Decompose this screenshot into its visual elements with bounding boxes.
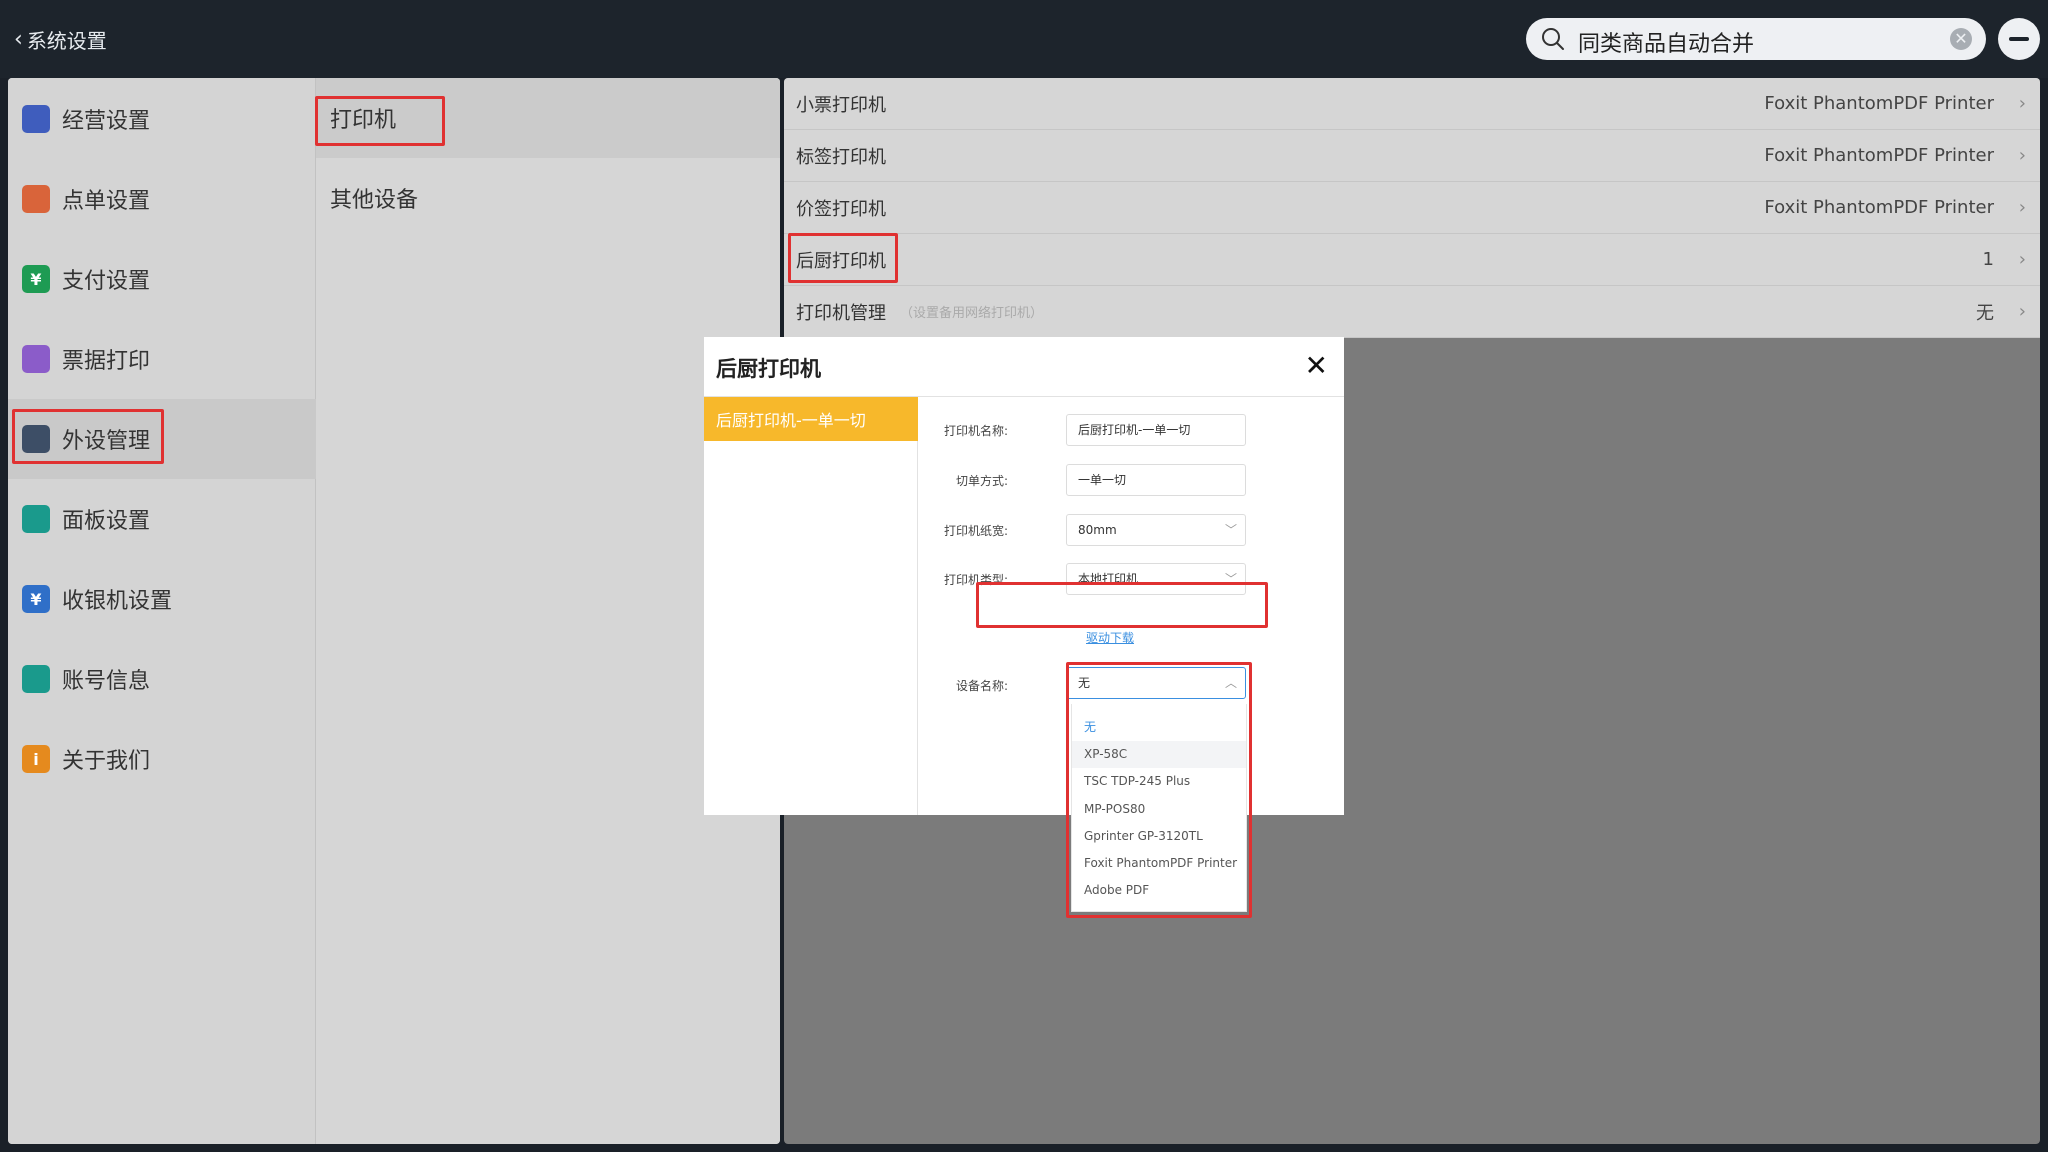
payment-settings-icon: ¥	[22, 265, 50, 293]
chevron-right-icon: ›	[2018, 249, 2026, 270]
printer-row-value: Foxit PhantomPDF Printer	[1764, 145, 1994, 166]
printer-row-label: 后厨打印机	[796, 250, 886, 272]
device-option[interactable]: Gprinter GP-3120TL	[1072, 823, 1246, 850]
about-icon: i	[22, 745, 50, 773]
sidebar-item-account-info[interactable]: 账号信息	[8, 639, 316, 719]
submenu-item-printer[interactable]: 打印机	[316, 78, 780, 158]
printer-row-value: 无	[1976, 302, 1994, 324]
sidebar-item-label: 经营设置	[62, 109, 151, 134]
chevron-right-icon: ›	[2018, 301, 2026, 322]
top-bar: ‹ 系统设置 同类商品自动合并 ✕	[0, 0, 2048, 78]
printer-row-label: 价签打印机	[796, 198, 886, 220]
minimize-button[interactable]	[1998, 18, 2040, 60]
printer-row[interactable]: 后厨打印机 1 ›	[784, 234, 2040, 286]
paper-width-label: 打印机纸宽:	[943, 524, 1008, 538]
printer-name-label: 打印机名称:	[943, 424, 1008, 438]
printer-row-value: Foxit PhantomPDF Printer	[1764, 93, 1994, 114]
settings-panel: 经营设置点单设置 ¥ 支付设置票据打印外设管理面板设置 ¥ 收银机设置账号信息 i 关于我们…	[8, 78, 780, 1144]
sidebar-item-about[interactable]: i 关于我们	[8, 719, 316, 799]
paper-width-value: 80mm	[1078, 523, 1117, 537]
minus-icon	[2009, 37, 2029, 41]
submenu-item-other-devices[interactable]: 其他设备	[316, 158, 780, 238]
printer-row-label: 标签打印机	[796, 146, 886, 168]
printer-list: 小票打印机 Foxit PhantomPDF Printer › 标签打印机 Foxit…	[784, 78, 2040, 338]
back-button[interactable]: ‹ 系统设置	[14, 24, 107, 54]
sidebar-item-receipt-print[interactable]: 票据打印	[8, 319, 316, 399]
printer-row[interactable]: 小票打印机 Foxit PhantomPDF Printer ›	[784, 78, 2040, 130]
chevron-right-icon: ›	[2018, 145, 2026, 166]
search-icon	[1542, 28, 1564, 50]
panel-settings-icon	[22, 505, 50, 533]
device-option[interactable]: MP-POS80	[1072, 796, 1246, 823]
cut-mode-value: 一单一切	[1078, 473, 1127, 487]
device-option[interactable]: Adobe PDF	[1072, 877, 1246, 904]
search-input[interactable]: 同类商品自动合并	[1578, 26, 1754, 58]
printer-row-label: 小票打印机	[796, 94, 886, 116]
printer-row-value: Foxit PhantomPDF Printer	[1764, 197, 1994, 218]
sidebar-item-label: 外设管理	[62, 429, 151, 454]
chevron-right-icon: ›	[2018, 93, 2026, 114]
settings-menu: 经营设置点单设置 ¥ 支付设置票据打印外设管理面板设置 ¥ 收银机设置账号信息 i 关于我们	[8, 78, 316, 1144]
kitchen-printer-dialog: 后厨打印机 ✕ 后厨打印机-一单一切 打印机名称: 后厨打印机-一单一切 切单方…	[704, 337, 1344, 815]
printer-row[interactable]: 价签打印机 Foxit PhantomPDF Printer ›	[784, 182, 2040, 234]
dialog-header: 后厨打印机 ✕	[704, 337, 1344, 397]
chevron-right-icon: ›	[2018, 197, 2026, 218]
printer-list-item[interactable]: 后厨打印机-一单一切	[704, 397, 918, 441]
printer-name-value: 后厨打印机-一单一切	[1078, 423, 1191, 437]
device-option[interactable]: XP-58C	[1072, 741, 1246, 769]
back-label: 系统设置	[26, 28, 107, 53]
device-option[interactable]: 无	[1072, 714, 1246, 741]
cut-mode-label: 切单方式:	[955, 474, 1008, 488]
store-settings-icon	[22, 105, 50, 133]
device-option[interactable]: Foxit PhantomPDF Printer	[1072, 850, 1246, 877]
chevron-down-icon: ﹀	[1224, 523, 1237, 537]
driver-download-link[interactable]: 驱动下载	[1086, 629, 1134, 646]
cashier-settings-icon: ¥	[22, 585, 50, 613]
printer-row-label: 打印机管理	[796, 302, 886, 324]
printer-type-label: 打印机类型:	[943, 573, 1008, 587]
sidebar-item-label: 面板设置	[62, 509, 151, 534]
printer-name-field[interactable]: 后厨打印机-一单一切	[1066, 414, 1246, 446]
device-name-value: 无	[1078, 676, 1091, 690]
search-field[interactable]: 同类商品自动合并 ✕	[1526, 18, 1986, 60]
sidebar-item-label: 账号信息	[62, 669, 151, 694]
dialog-printer-list: 后厨打印机-一单一切	[704, 397, 918, 815]
sidebar-item-label: 关于我们	[62, 749, 151, 774]
submenu-item-label: 打印机	[330, 108, 397, 133]
chevron-left-icon: ‹	[14, 26, 23, 52]
printer-row-value: 1	[1982, 249, 1994, 270]
paper-width-select[interactable]: 80mm ﹀	[1066, 514, 1246, 546]
sidebar-item-panel-settings[interactable]: 面板设置	[8, 479, 316, 559]
chevron-down-icon: ﹀	[1224, 572, 1237, 586]
cut-mode-field[interactable]: 一单一切	[1066, 464, 1246, 496]
sidebar-item-label: 收银机设置	[62, 589, 173, 614]
device-name-label: 设备名称:	[955, 679, 1008, 693]
sidebar-item-peripheral-management[interactable]: 外设管理	[8, 399, 316, 479]
clear-icon[interactable]: ✕	[1950, 28, 1972, 50]
device-dropdown: 无 XP-58C TSC TDP-245 Plus MP-POS80 Gprinter …	[1071, 704, 1247, 912]
printer-list-item-label: 后厨打印机-一单一切	[716, 411, 866, 430]
account-info-icon	[22, 665, 50, 693]
sidebar-item-label: 点单设置	[62, 189, 151, 214]
sidebar-item-store-settings[interactable]: 经营设置	[8, 79, 316, 159]
dialog-title: 后厨打印机	[716, 357, 821, 381]
sidebar-item-payment-settings[interactable]: ¥ 支付设置	[8, 239, 316, 319]
printer-type-value: 本地打印机	[1078, 572, 1139, 586]
sidebar-item-label: 票据打印	[62, 349, 151, 374]
peripheral-management-icon	[22, 425, 50, 453]
device-name-select[interactable]: 无 ︿	[1066, 667, 1246, 699]
sidebar-item-label: 支付设置	[62, 269, 151, 294]
chevron-up-icon: ︿	[1224, 676, 1237, 690]
printer-row[interactable]: 标签打印机 Foxit PhantomPDF Printer ›	[784, 130, 2040, 182]
sidebar-item-cashier-settings[interactable]: ¥ 收银机设置	[8, 559, 316, 639]
receipt-print-icon	[22, 345, 50, 373]
order-settings-icon	[22, 185, 50, 213]
sidebar-item-order-settings[interactable]: 点单设置	[8, 159, 316, 239]
printer-type-select[interactable]: 本地打印机 ﹀	[1066, 563, 1246, 595]
submenu-item-label: 其他设备	[330, 188, 419, 213]
close-icon[interactable]: ✕	[1305, 349, 1328, 382]
printer-row-hint: （设置备用网络打印机）	[900, 306, 1044, 321]
printer-row[interactable]: 打印机管理 （设置备用网络打印机） 无 ›	[784, 286, 2040, 338]
device-option[interactable]: TSC TDP-245 Plus	[1072, 768, 1246, 795]
